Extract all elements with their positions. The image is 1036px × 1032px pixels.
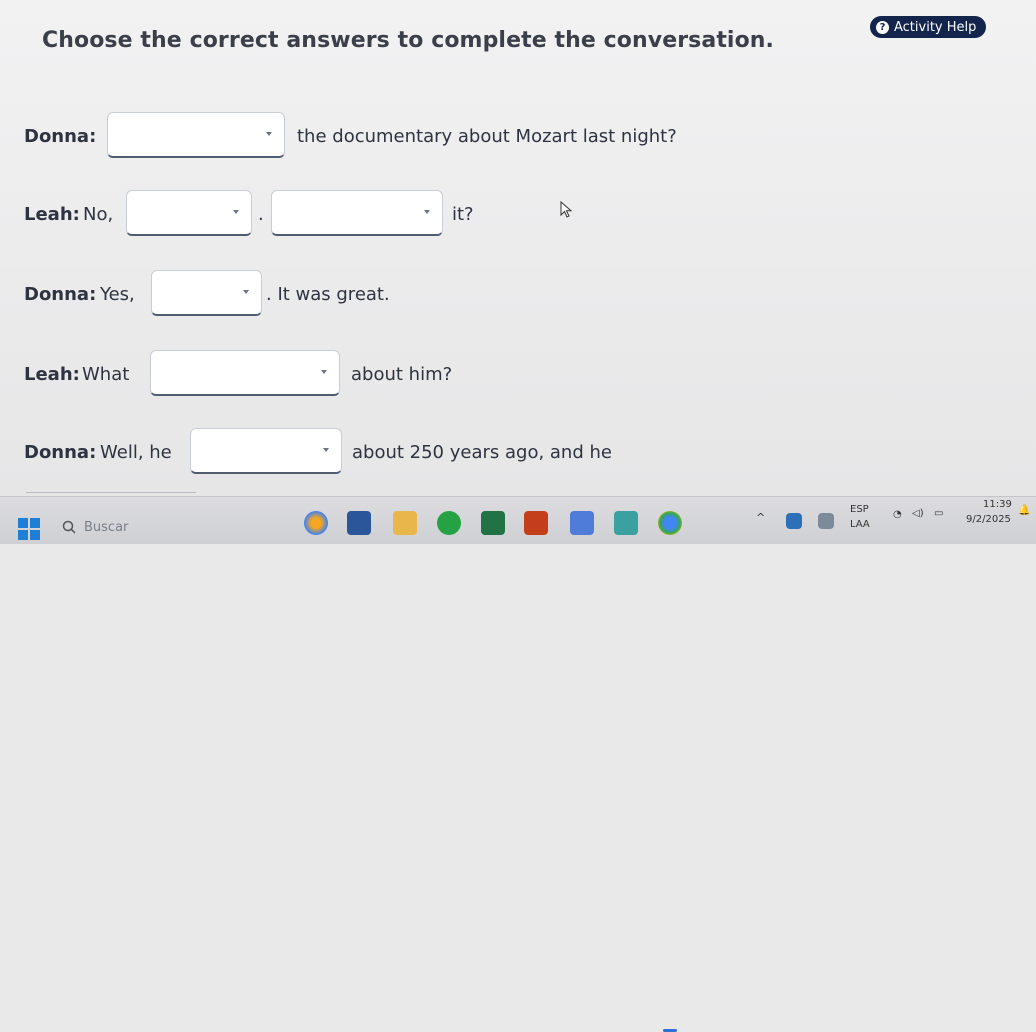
conversation-line-4: Leah: What about him? [24,350,524,400]
mouse-pointer-icon [560,201,573,218]
chevron-down-icon [266,132,272,136]
chevron-down-icon [321,370,327,374]
line-text: . It was great. [266,284,390,305]
wifi-icon[interactable]: ◔ [893,509,902,520]
speaker-label: Leah: [24,204,80,225]
line-text: Yes, [100,284,135,305]
answer-dropdown-2[interactable] [126,190,252,236]
search-icon [62,520,76,534]
line-text: What [82,364,130,385]
volume-icon[interactable]: ◁) [912,508,924,519]
answer-dropdown-5[interactable] [150,350,340,396]
snipping-tool-icon[interactable] [570,511,594,535]
clock-date[interactable]: 9/2/2025 [966,514,1011,525]
chevron-down-icon [424,210,430,214]
sync-icon[interactable] [818,513,834,529]
battery-icon[interactable]: ▭ [934,508,943,519]
file-explorer-icon[interactable] [393,511,417,535]
chrome-icon[interactable] [658,511,682,535]
chevron-down-icon [323,448,329,452]
windows-start-icon[interactable] [18,518,40,540]
conversation-line-2: Leah: No, . it? [24,190,524,240]
language-primary[interactable]: ESP [850,504,869,515]
taskbar: Buscar ^ ESP LAA ◔ ◁) ▭ 11:39 9/2/2025 🔔 [0,496,1036,1032]
line-text: Well, he [100,442,172,463]
chevron-down-icon [233,210,239,214]
clock-time[interactable]: 11:39 [983,499,1012,510]
speaker-label: Leah: [24,364,80,385]
line-text: . [258,204,264,225]
app-icon[interactable] [614,511,638,535]
answer-dropdown-4[interactable] [151,270,262,316]
line-text: it? [452,204,474,225]
tray-app-icon[interactable] [786,513,802,529]
line-text: about him? [351,364,453,385]
notification-bell-icon[interactable]: 🔔 [1018,505,1030,516]
page-title: Choose the correct answers to complete t… [42,28,775,53]
whatsapp-icon[interactable] [437,511,461,535]
answer-dropdown-3[interactable] [271,190,443,236]
chevron-up-icon[interactable]: ^ [756,511,765,524]
line-text: about 250 years ago, and he [352,442,612,463]
word-app-icon[interactable] [347,511,371,535]
answer-dropdown-1[interactable] [107,112,285,158]
activity-help-button[interactable]: ? Activity Help [870,16,987,38]
line-text: No, [83,204,114,225]
speaker-label: Donna: [24,284,97,305]
answer-dropdown-6[interactable] [190,428,342,474]
conversation-line-3: Donna: Yes, . It was great. [24,270,524,320]
divider [26,492,196,493]
browser-app-icon[interactable] [304,511,328,535]
conversation-line-1: Donna: the documentary about Mozart last… [24,112,724,162]
powerpoint-app-icon[interactable] [524,511,548,535]
conversation-line-5: Donna: Well, he about 250 years ago, and… [24,428,664,478]
speaker-label: Donna: [24,442,97,463]
question-circle-icon: ? [876,20,889,34]
language-secondary[interactable]: LAA [850,519,870,530]
chevron-down-icon [243,290,249,294]
line-text: the documentary about Mozart last night? [297,126,677,147]
taskbar-search[interactable]: Buscar [62,513,282,541]
excel-app-icon[interactable] [481,511,505,535]
activity-page: Choose the correct answers to complete t… [0,0,1036,496]
search-placeholder: Buscar [84,519,129,535]
activity-help-label: Activity Help [894,19,977,35]
speaker-label: Donna: [24,126,97,147]
